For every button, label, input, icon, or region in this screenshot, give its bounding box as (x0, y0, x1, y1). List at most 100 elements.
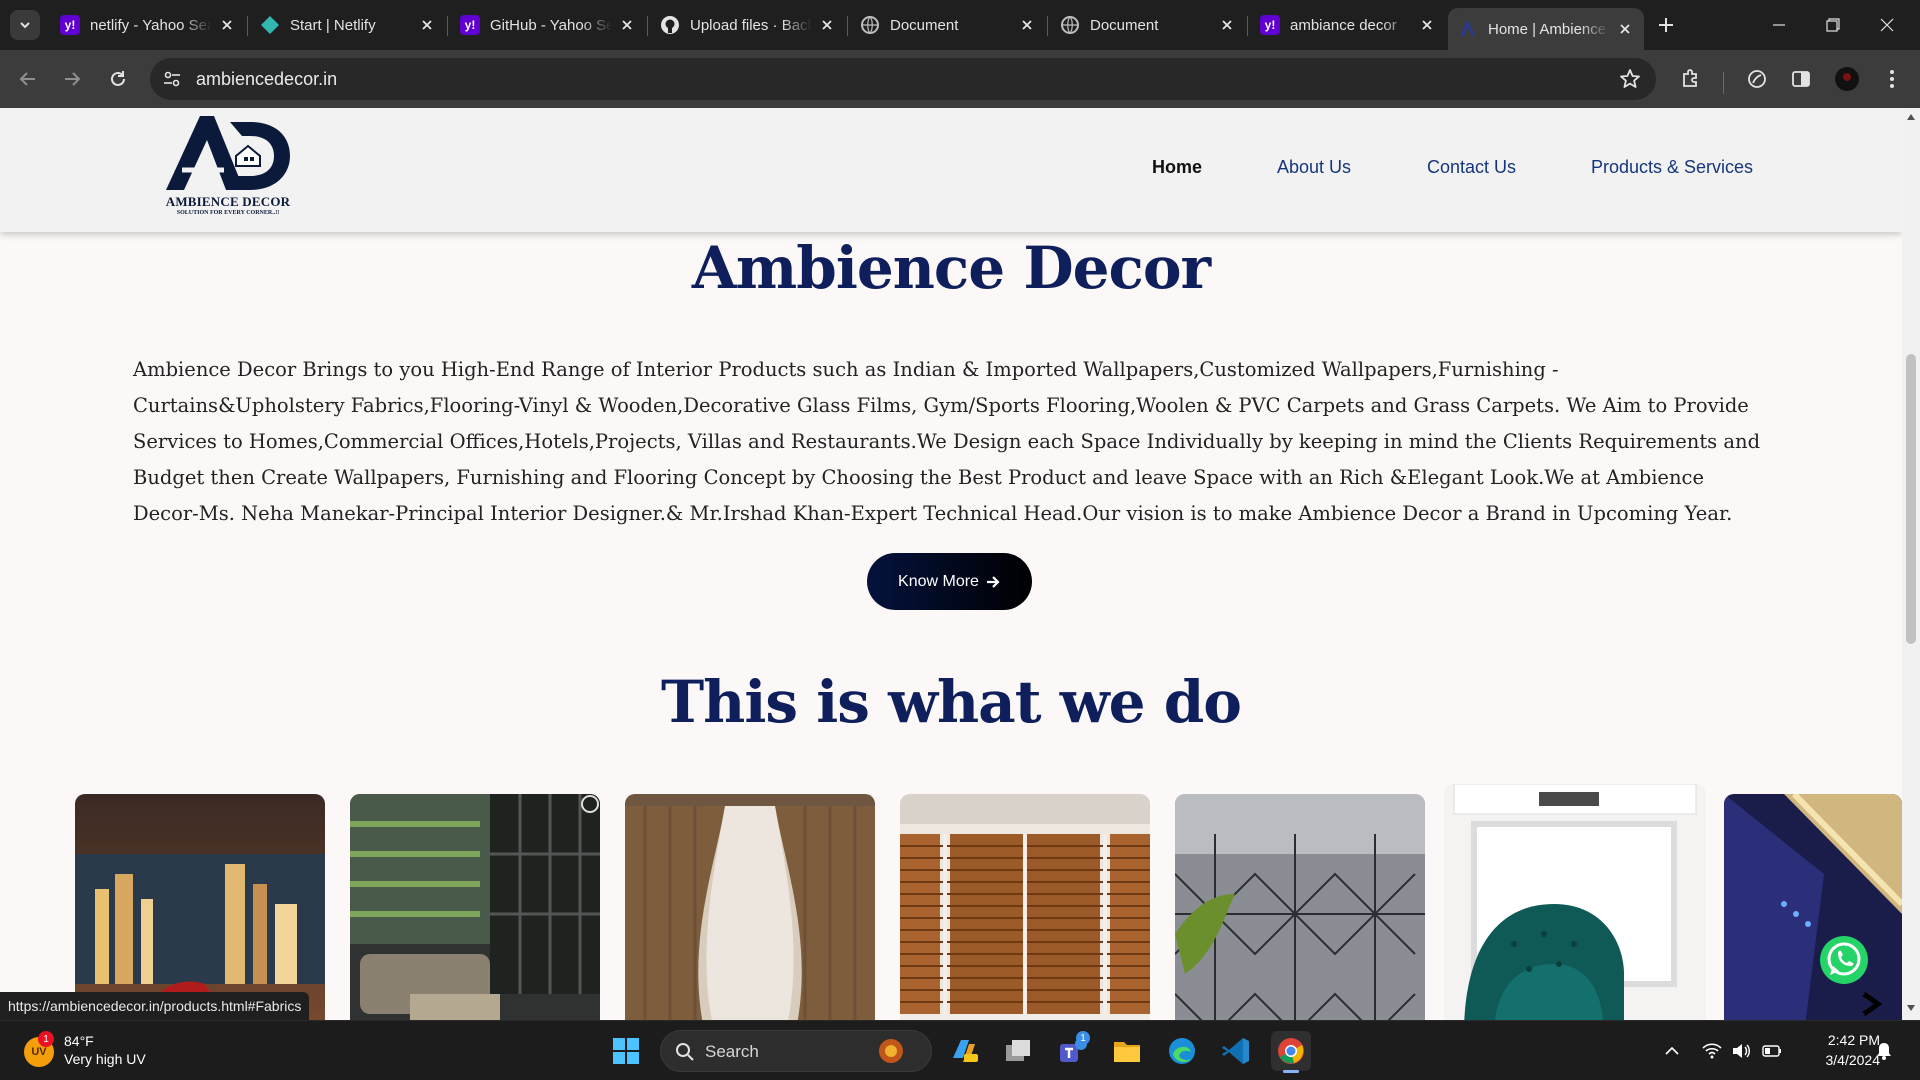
browser-tab[interactable]: Document (1050, 8, 1246, 42)
chevron-down-icon (20, 22, 30, 29)
tab-separator (1247, 16, 1248, 36)
minimize-icon (1773, 24, 1785, 26)
scrollbar-thumb[interactable] (1906, 354, 1916, 644)
site-logo[interactable]: AMBIENCE DECOR SOLUTION FOR EVERY CORNER… (160, 112, 296, 220)
toolbar-separator (1723, 72, 1724, 94)
notification-bell-icon[interactable] (1872, 1039, 1896, 1063)
service-card-glass-films[interactable] (350, 794, 600, 1020)
service-card-wallpaper[interactable] (75, 794, 325, 1020)
nav-products-services[interactable]: Products & Services (1591, 157, 1753, 178)
wallpaper-image (75, 794, 325, 1020)
plus-icon (1659, 18, 1673, 32)
tab-separator (847, 16, 848, 36)
start-button[interactable] (606, 1031, 646, 1071)
forward-button[interactable] (56, 63, 88, 95)
taskbar-task-view[interactable] (998, 1031, 1038, 1071)
logo-mark (166, 116, 290, 190)
browser-tab[interactable]: y! GitHub - Yahoo Search (450, 8, 646, 42)
bookmark-star-icon[interactable] (1618, 67, 1642, 91)
taskbar-chrome[interactable] (1271, 1031, 1311, 1073)
tab-title: Document (890, 16, 959, 34)
clock-time: 2:42 PM (1827, 1032, 1880, 1048)
close-icon[interactable] (818, 16, 836, 34)
ambience-icon (1458, 19, 1478, 39)
browser-tab[interactable]: Upload files · Back (650, 8, 846, 42)
address-bar[interactable]: ambiencedecor.in (150, 58, 1656, 100)
url-text[interactable]: ambiencedecor.in (196, 69, 337, 90)
avatar (1835, 67, 1859, 91)
service-card-wall-panels[interactable] (1175, 794, 1425, 1020)
vscode-icon (1222, 1038, 1249, 1064)
close-icon[interactable] (218, 16, 236, 34)
section-title: This is what we do (660, 668, 1242, 736)
taskbar-vscode[interactable] (1216, 1031, 1256, 1071)
close-icon[interactable] (1218, 16, 1236, 34)
taskbar-clock[interactable]: 2:42 PM 3/4/2024 (1800, 1030, 1881, 1070)
profile-avatar[interactable] (1833, 65, 1861, 93)
tab-separator (647, 16, 648, 36)
close-icon[interactable] (1616, 20, 1634, 38)
clock-date: 3/4/2024 (1825, 1052, 1881, 1068)
yahoo-icon: y! (1260, 15, 1280, 35)
site-info-icon[interactable] (160, 67, 184, 91)
wifi-icon[interactable] (1700, 1039, 1724, 1063)
page-scrollbar[interactable] (1902, 108, 1920, 1020)
scroll-down-icon[interactable] (1907, 1005, 1915, 1011)
tab-separator (447, 16, 448, 36)
windows-icon (613, 1038, 639, 1064)
performance-button[interactable] (1743, 65, 1771, 93)
browser-tab[interactable]: y! netlify - Yahoo Search (50, 8, 246, 42)
weather-temp: 84°F (64, 1033, 94, 1049)
service-card-ceiling[interactable] (1724, 794, 1902, 1020)
link-status-bubble: https://ambiencedecor.in/products.html#F… (0, 992, 310, 1020)
weather-alert-badge: 1 (38, 1031, 54, 1047)
restore-button[interactable] (1810, 0, 1856, 50)
service-card-upholstery[interactable] (1444, 784, 1706, 1020)
taskbar-file-explorer[interactable] (1107, 1031, 1147, 1071)
close-icon[interactable] (418, 16, 436, 34)
extensions-button[interactable] (1677, 65, 1705, 93)
nav-about-us[interactable]: About Us (1277, 157, 1351, 178)
volume-icon[interactable] (1730, 1039, 1754, 1063)
nav-contact-us[interactable]: Contact Us (1427, 157, 1516, 178)
tray-chevron-icon[interactable] (1660, 1039, 1684, 1063)
minimize-button[interactable] (1756, 0, 1802, 50)
browser-toolbar: ambiencedecor.in (0, 50, 1920, 108)
menu-button[interactable] (1878, 65, 1906, 93)
know-more-button[interactable]: Know More (867, 553, 1032, 610)
site-header: AMBIENCE DECOR SOLUTION FOR EVERY CORNER… (0, 108, 1902, 232)
page-viewport: AMBIENCE DECOR SOLUTION FOR EVERY CORNER… (0, 108, 1920, 1020)
taskbar-search[interactable]: Search (660, 1030, 932, 1072)
service-card-curtains[interactable] (625, 794, 875, 1020)
service-card-blinds[interactable] (900, 794, 1150, 1020)
browser-tab[interactable]: Document (850, 8, 1046, 42)
active-app-indicator (1283, 1070, 1299, 1073)
close-window-button[interactable] (1864, 0, 1910, 50)
reload-button[interactable] (102, 63, 134, 95)
edge-icon (1169, 1038, 1195, 1064)
tab-search-button[interactable] (10, 10, 40, 40)
nav-home[interactable]: Home (1152, 157, 1202, 178)
taskbar-search-label: Search (705, 1042, 759, 1061)
browser-tab[interactable]: Start | Netlify (250, 8, 446, 42)
battery-icon[interactable] (1760, 1039, 1784, 1063)
browser-tab-active[interactable]: Home | Ambience (1448, 8, 1644, 50)
close-icon[interactable] (618, 16, 636, 34)
close-icon[interactable] (1018, 16, 1036, 34)
whatsapp-button[interactable] (1818, 934, 1870, 986)
task-view-icon (1006, 1040, 1030, 1061)
weather-widget[interactable]: UV 1 84°F Very high UV (22, 1031, 202, 1071)
new-tab-button[interactable] (1652, 11, 1680, 39)
tab-title: GitHub - Yahoo Search (490, 16, 612, 34)
back-button[interactable] (12, 63, 44, 95)
browser-tab[interactable]: y! ambiance decor (1250, 8, 1446, 42)
taskbar-edge[interactable] (1162, 1031, 1202, 1071)
side-panel-button[interactable] (1787, 65, 1815, 93)
taskbar-copilot[interactable] (944, 1031, 984, 1071)
scroll-up-icon[interactable] (1907, 114, 1915, 120)
blinds-image (900, 794, 1150, 1020)
more-vert-icon (1890, 70, 1894, 88)
close-icon[interactable] (1418, 16, 1436, 34)
teams-badge: 1 (1076, 1031, 1090, 1045)
taskbar-teams[interactable]: 1 (1052, 1031, 1092, 1071)
